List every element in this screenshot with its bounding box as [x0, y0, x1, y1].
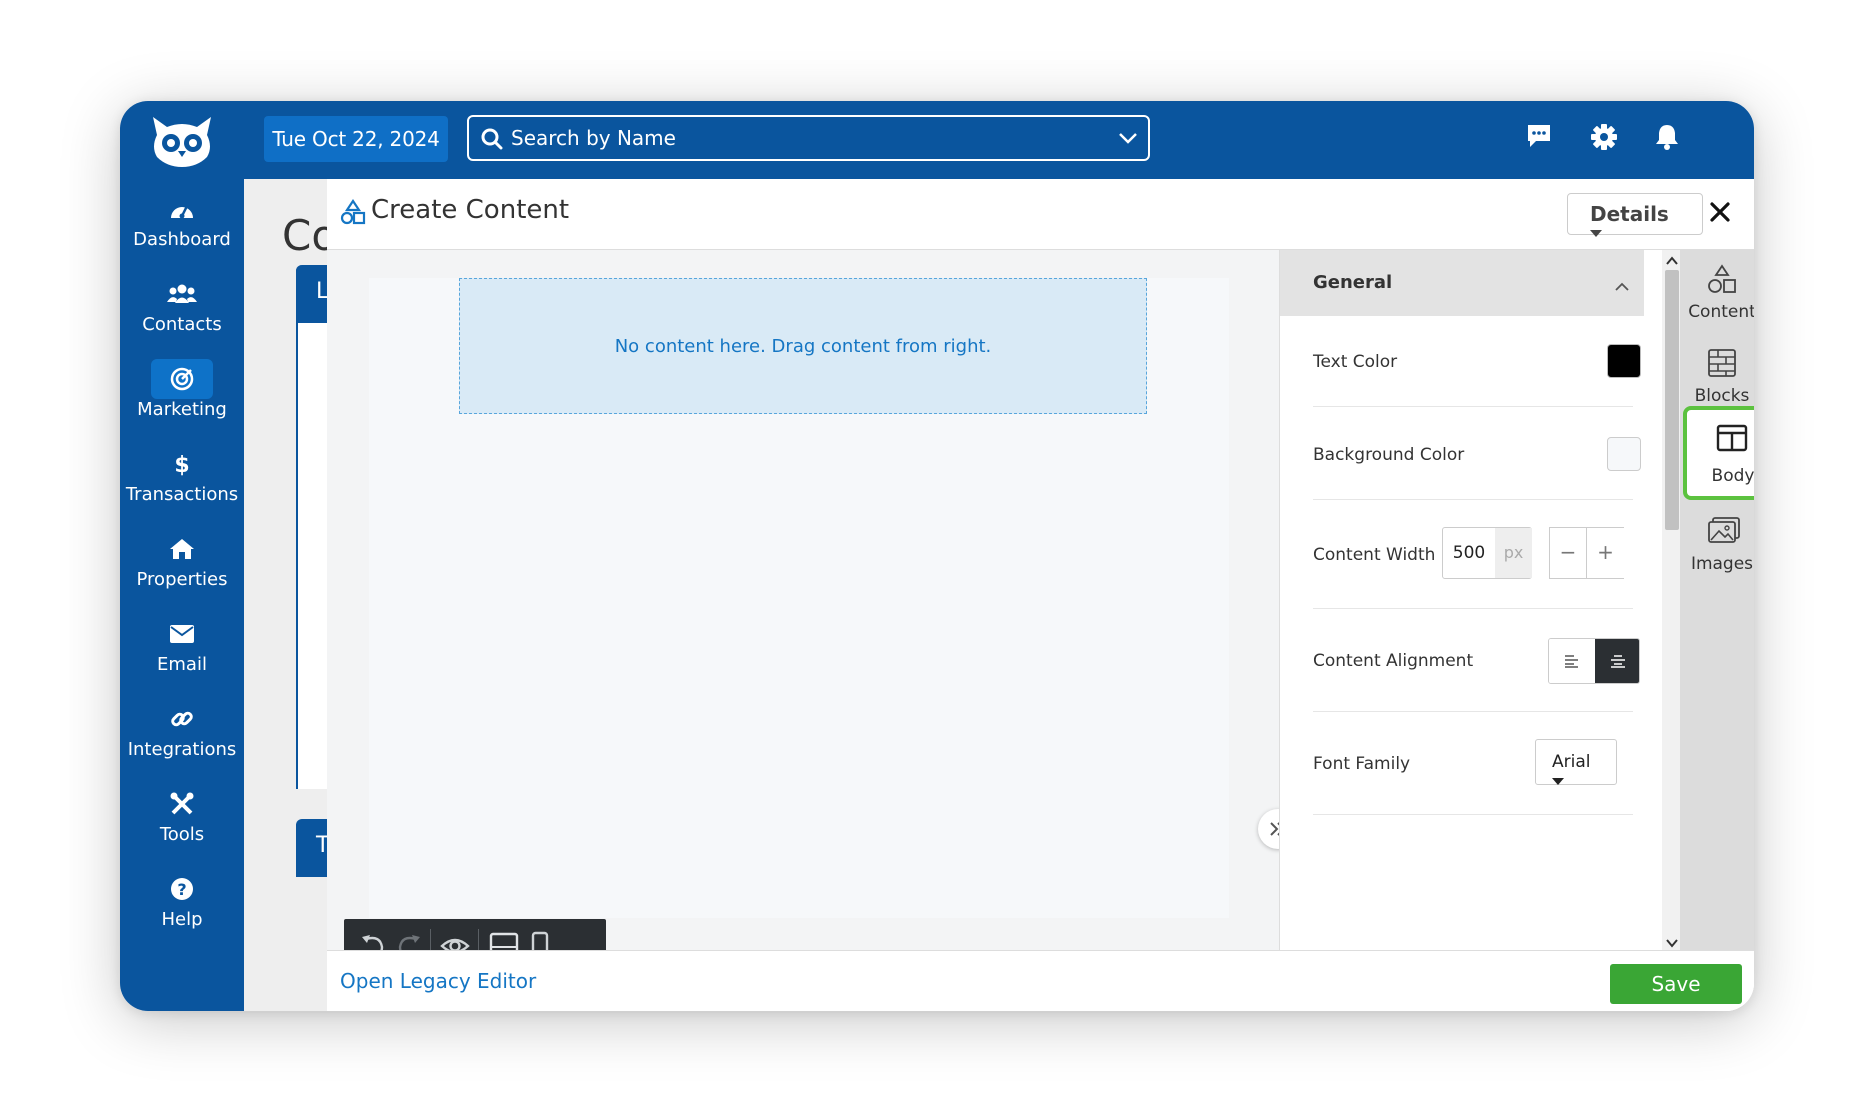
text-color-row: Text Color — [1313, 316, 1641, 407]
tab-body[interactable]: Body — [1683, 406, 1754, 500]
sidebar-item-label: Dashboard — [133, 229, 231, 250]
background-color-row: Background Color — [1313, 407, 1641, 500]
date-display[interactable]: Tue Oct 22, 2024 — [264, 116, 448, 162]
open-legacy-editor-link[interactable]: Open Legacy Editor — [340, 969, 536, 993]
tab-label: Images — [1690, 554, 1754, 574]
font-family-label: Font Family — [1313, 754, 1411, 774]
sidebar-item-transactions[interactable]: $ Transactions — [120, 444, 244, 524]
content-dropzone[interactable]: No content here. Drag content from right… — [459, 278, 1147, 414]
general-section-header[interactable]: General — [1280, 250, 1644, 316]
increment-button[interactable]: + — [1586, 527, 1624, 579]
sidebar-item-label: Marketing — [137, 399, 227, 420]
svg-text:?: ? — [177, 880, 186, 899]
decrement-button[interactable]: − — [1549, 527, 1587, 579]
sidebar-item-label: Email — [157, 654, 207, 675]
properties-scrollbar[interactable] — [1662, 250, 1682, 950]
properties-panel: General Text Color Background Color Cont… — [1279, 250, 1663, 950]
search-placeholder: Search by Name — [511, 126, 676, 150]
tool-tabs: Content Blocks Body Images — [1680, 250, 1754, 950]
tab-label: Content — [1688, 302, 1754, 322]
email-icon — [151, 614, 213, 654]
sidebar-item-integrations[interactable]: Integrations — [120, 699, 244, 779]
save-button[interactable]: Save — [1610, 964, 1742, 1004]
top-bar: Tue Oct 22, 2024 Search by Name — [244, 101, 1754, 179]
tab-label: Body — [1711, 466, 1754, 486]
editor-canvas: No content here. Drag content from right… — [327, 250, 1279, 973]
dollar-icon: $ — [151, 444, 213, 484]
dashboard-icon — [151, 189, 213, 229]
sidebar-item-label: Tools — [159, 824, 205, 845]
section-title: General — [1313, 272, 1393, 293]
gear-icon[interactable] — [1590, 123, 1622, 155]
contacts-icon — [151, 274, 213, 314]
tools-icon — [151, 784, 213, 824]
sidebar-item-label: Integrations — [127, 739, 237, 760]
text-color-label: Text Color — [1313, 352, 1398, 372]
modal-header: Create Content Details — [327, 179, 1754, 250]
scroll-up-icon[interactable] — [1665, 252, 1679, 271]
tab-content[interactable]: Content — [1680, 250, 1754, 330]
modal-title: Create Content — [371, 195, 570, 225]
background-color-label: Background Color — [1313, 445, 1465, 465]
sidebar-item-marketing[interactable]: Marketing — [120, 359, 244, 439]
svg-text:$: $ — [174, 453, 189, 477]
link-icon — [151, 699, 213, 739]
create-content-modal: Create Content Details No content here. … — [327, 179, 1754, 1011]
content-width-unit: px — [1495, 528, 1532, 578]
sidebar-item-help[interactable]: ? Help — [120, 869, 244, 949]
scrollbar-thumb[interactable] — [1665, 270, 1679, 530]
alignment-toggle — [1548, 638, 1640, 684]
align-center-button[interactable] — [1595, 639, 1639, 683]
sidebar-item-contacts[interactable]: Contacts — [120, 274, 244, 354]
help-icon: ? — [151, 869, 213, 909]
sidebar-item-properties[interactable]: Properties — [120, 529, 244, 609]
owl-logo[interactable] — [147, 113, 217, 169]
caret-down-icon — [1552, 759, 1602, 803]
email-body[interactable]: No content here. Drag content from right… — [369, 278, 1229, 918]
chevron-up-icon[interactable] — [1614, 276, 1630, 297]
details-dropdown[interactable]: Details — [1567, 193, 1703, 237]
sidebar-item-label: Properties — [136, 569, 228, 590]
app-window: Co L T Dashboard Contacts Marketing $ Tr… — [120, 101, 1754, 1011]
search-icon — [481, 128, 503, 154]
modal-footer: Open Legacy Editor Save — [327, 950, 1754, 1011]
sidebar-item-dashboard[interactable]: Dashboard — [120, 189, 244, 269]
sidebar: Dashboard Contacts Marketing $ Transacti… — [120, 101, 244, 1011]
sidebar-item-label: Help — [161, 909, 203, 930]
chevron-down-icon[interactable] — [1118, 130, 1138, 149]
sidebar-item-label: Contacts — [142, 314, 222, 335]
font-family-row: Font Family Arial — [1313, 712, 1633, 815]
chat-icon[interactable] — [1526, 123, 1558, 155]
content-width-label: Content Width — [1313, 545, 1436, 565]
sidebar-item-tools[interactable]: Tools — [120, 784, 244, 864]
caret-down-icon — [1590, 211, 1684, 251]
sidebar-item-label: Transactions — [125, 484, 239, 505]
tab-label: Blocks — [1694, 386, 1750, 406]
close-icon[interactable] — [1709, 201, 1731, 227]
tab-images[interactable]: Images — [1680, 502, 1754, 582]
search-input[interactable]: Search by Name — [467, 115, 1150, 161]
content-width-value[interactable]: 500 — [1443, 528, 1495, 578]
shapes-icon — [340, 199, 366, 229]
font-family-select[interactable]: Arial — [1535, 739, 1617, 785]
marketing-icon — [151, 359, 213, 399]
text-color-swatch[interactable] — [1607, 344, 1641, 378]
home-icon — [151, 529, 213, 569]
bell-icon[interactable] — [1654, 123, 1686, 155]
tab-blocks[interactable]: Blocks — [1680, 334, 1754, 414]
align-left-button[interactable] — [1549, 639, 1594, 683]
content-alignment-label: Content Alignment — [1313, 651, 1474, 671]
content-width-input[interactable]: 500 px — [1442, 527, 1532, 579]
content-alignment-row: Content Alignment — [1313, 609, 1640, 712]
content-width-row: Content Width 500 px − + — [1313, 500, 1633, 609]
background-color-swatch[interactable] — [1607, 437, 1641, 471]
sidebar-item-email[interactable]: Email — [120, 614, 244, 694]
